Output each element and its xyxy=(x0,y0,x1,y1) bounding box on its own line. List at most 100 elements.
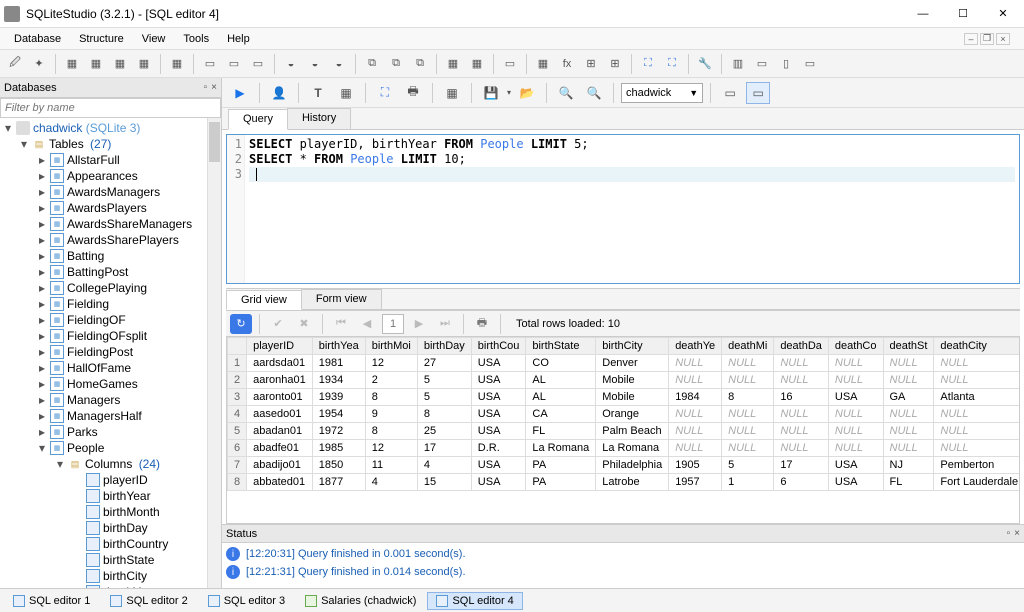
tile-icon[interactable]: ▥ xyxy=(727,53,749,75)
view2-icon[interactable]: ▭ xyxy=(223,53,245,75)
tree-table-Fielding[interactable]: ▸▦Fielding xyxy=(0,296,221,312)
erase2-icon[interactable]: ◒ xyxy=(304,53,326,75)
format-bold-icon[interactable]: T xyxy=(306,82,330,104)
disconnect-icon[interactable]: ✦ xyxy=(28,53,50,75)
tab-grid-view[interactable]: Grid view xyxy=(226,290,302,310)
mdi-minimize-button[interactable]: – xyxy=(964,33,978,45)
link3-icon[interactable]: ⧉ xyxy=(409,53,431,75)
settings-icon[interactable]: 🔧 xyxy=(694,53,716,75)
tile3-icon[interactable]: ▯ xyxy=(775,53,797,75)
layout1-icon[interactable]: ▭ xyxy=(718,82,742,104)
tree-col-birthYear[interactable]: birthYear xyxy=(0,488,221,504)
tab-query[interactable]: Query xyxy=(228,109,288,130)
export-icon[interactable]: ▦ xyxy=(442,53,464,75)
function-icon[interactable]: fx xyxy=(556,53,578,75)
tree-table-AllstarFull[interactable]: ▸▦AllstarFull xyxy=(0,152,221,168)
close-panel-icon[interactable]: × xyxy=(211,82,217,93)
database-tree[interactable]: ▾chadwick (SQLite 3)▾▤Tables (27)▸▦Allst… xyxy=(0,118,221,588)
tree-table-FieldingPost[interactable]: ▸▦FieldingPost xyxy=(0,344,221,360)
history-icon[interactable]: ▦ xyxy=(532,53,554,75)
tree-table-FieldingOF[interactable]: ▸▦FieldingOF xyxy=(0,312,221,328)
tree-col-birthMonth[interactable]: birthMonth xyxy=(0,504,221,520)
copy-table-icon[interactable]: ▦ xyxy=(166,53,188,75)
sql-code[interactable]: SELECT playerID, birthYear FROM People L… xyxy=(245,135,1019,283)
doc-tab-1[interactable]: SQL editor 2 xyxy=(101,592,196,610)
tile2-icon[interactable]: ▭ xyxy=(751,53,773,75)
link2-icon[interactable]: ⧉ xyxy=(385,53,407,75)
add-table-icon[interactable]: ▦ xyxy=(61,53,83,75)
results-grid[interactable]: playerIDbirthYeabirthMoibirthDaybirthCou… xyxy=(226,336,1020,524)
open-icon[interactable]: 📂 xyxy=(515,82,539,104)
doc-tab-3[interactable]: Salaries (chadwick) xyxy=(296,592,425,610)
edit-table-icon[interactable]: ▦ xyxy=(85,53,107,75)
extension-icon[interactable]: ⊞ xyxy=(604,53,626,75)
tree-col-birthCountry[interactable]: birthCountry xyxy=(0,536,221,552)
tab-form-view[interactable]: Form view xyxy=(301,289,382,309)
run-query-icon[interactable]: ▶ xyxy=(228,82,252,104)
save-icon[interactable]: 💾 xyxy=(479,82,503,104)
collation-icon[interactable]: ⊞ xyxy=(580,53,602,75)
minimize-button[interactable]: — xyxy=(910,4,936,24)
tree-table-AwardsSharePlayers[interactable]: ▸▦AwardsSharePlayers xyxy=(0,232,221,248)
menu-structure[interactable]: Structure xyxy=(71,31,132,47)
status-undock-icon[interactable]: ▫ xyxy=(1007,528,1011,539)
tree-col-birthCity[interactable]: birthCity xyxy=(0,568,221,584)
last-page-icon[interactable]: ⏭ xyxy=(434,314,456,334)
view3-icon[interactable]: ▭ xyxy=(247,53,269,75)
explain-icon[interactable]: 👤 xyxy=(267,82,291,104)
mdi-restore-button[interactable]: ❐ xyxy=(980,33,994,45)
tree-table-BattingPost[interactable]: ▸▦BattingPost xyxy=(0,264,221,280)
tree-table-AwardsPlayers[interactable]: ▸▦AwardsPlayers xyxy=(0,200,221,216)
tree-table-FieldingOFsplit[interactable]: ▸▦FieldingOFsplit xyxy=(0,328,221,344)
search-icon[interactable]: 🔍 xyxy=(554,82,578,104)
tree-table-Batting[interactable]: ▸▦Batting xyxy=(0,248,221,264)
tree-table-HomeGames[interactable]: ▸▦HomeGames xyxy=(0,376,221,392)
database-selector[interactable]: chadwick ▼ xyxy=(621,83,703,103)
fullscreen-icon[interactable]: ⛶ xyxy=(637,53,659,75)
link-icon[interactable]: ⧉ xyxy=(361,53,383,75)
rollback-icon[interactable]: ✖ xyxy=(293,314,315,334)
refresh-table-icon[interactable]: ▦ xyxy=(133,53,155,75)
erase-icon[interactable]: ◒ xyxy=(280,53,302,75)
tree-table-CollegePlaying[interactable]: ▸▦CollegePlaying xyxy=(0,280,221,296)
delete-table-icon[interactable]: ▦ xyxy=(109,53,131,75)
doc-tab-2[interactable]: SQL editor 3 xyxy=(199,592,294,610)
tile4-icon[interactable]: ▭ xyxy=(799,53,821,75)
menu-tools[interactable]: Tools xyxy=(175,31,217,47)
tree-col-playerID[interactable]: playerID xyxy=(0,472,221,488)
menu-database[interactable]: Database xyxy=(6,31,69,47)
tree-tables[interactable]: ▾▤Tables (27) xyxy=(0,136,221,152)
tree-col-deathYear[interactable]: deathYear xyxy=(0,584,221,588)
print-results-icon[interactable]: 🖶 xyxy=(471,314,493,334)
doc-tab-0[interactable]: SQL editor 1 xyxy=(4,592,99,610)
prev-page-icon[interactable]: ◀ xyxy=(356,314,378,334)
tab-history[interactable]: History xyxy=(287,108,351,129)
export-results-icon[interactable]: ▦ xyxy=(440,82,464,104)
erase3-icon[interactable]: ◒ xyxy=(328,53,350,75)
expand-icon[interactable]: ⛶ xyxy=(373,82,397,104)
tree-table-AwardsManagers[interactable]: ▸▦AwardsManagers xyxy=(0,184,221,200)
tree-table-Appearances[interactable]: ▸▦Appearances xyxy=(0,168,221,184)
status-close-icon[interactable]: × xyxy=(1014,528,1020,539)
menu-help[interactable]: Help xyxy=(219,31,258,47)
sql-editor-icon[interactable]: ▭ xyxy=(499,53,521,75)
commit-icon[interactable]: ✔ xyxy=(267,314,289,334)
tree-col-birthState[interactable]: birthState xyxy=(0,552,221,568)
maximize-button[interactable]: ☐ xyxy=(950,4,976,24)
clear-icon[interactable]: ▦ xyxy=(334,82,358,104)
tree-table-People[interactable]: ▾▦People xyxy=(0,440,221,456)
first-page-icon[interactable]: ⏮ xyxy=(330,314,352,334)
sql-editor[interactable]: 123 SELECT playerID, birthYear FROM Peop… xyxy=(226,134,1020,284)
tree-columns[interactable]: ▾▤Columns (24) xyxy=(0,456,221,472)
print-icon[interactable]: 🖶 xyxy=(401,82,425,104)
connect-icon[interactable]: 🖉 xyxy=(4,53,26,75)
tree-table-ManagersHalf[interactable]: ▸▦ManagersHalf xyxy=(0,408,221,424)
find-icon[interactable]: 🔍 xyxy=(582,82,606,104)
next-page-icon[interactable]: ▶ xyxy=(408,314,430,334)
fullscreen2-icon[interactable]: ⛶ xyxy=(661,53,683,75)
import-icon[interactable]: ▦ xyxy=(466,53,488,75)
tree-col-birthDay[interactable]: birthDay xyxy=(0,520,221,536)
close-button[interactable]: ✕ xyxy=(990,4,1016,24)
mdi-close-button[interactable]: × xyxy=(996,33,1010,45)
tree-scrollbar[interactable] xyxy=(207,118,221,588)
